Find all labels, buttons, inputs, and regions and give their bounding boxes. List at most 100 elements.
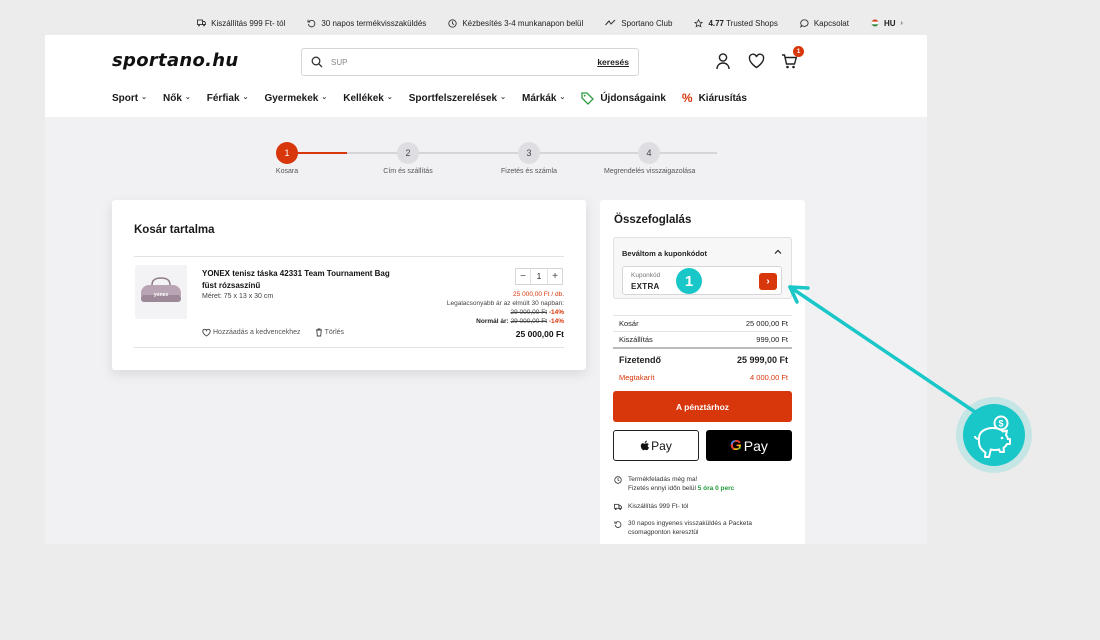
shipping-text: Kiszállítás 999 Ft- tól: [628, 503, 689, 510]
delete-label: Törlés: [324, 329, 345, 336]
account-button[interactable]: [715, 52, 731, 70]
topbar-text: 30 napos termékvisszaküldés: [321, 18, 427, 28]
topbar-shipping[interactable]: Kiszállítás 999 Ft- tól: [197, 19, 285, 28]
row-label: Kosár: [619, 319, 639, 328]
product-name[interactable]: YONEX tenisz táska 42331 Team Tournament…: [202, 268, 402, 291]
topbar-club[interactable]: Sportano Club: [605, 19, 672, 28]
divider: [613, 331, 792, 332]
nav-label: Férfiak: [206, 92, 240, 104]
apply-coupon-button[interactable]: ›: [759, 273, 777, 290]
google-pay-button[interactable]: G Pay: [706, 430, 792, 461]
chevron-up-icon[interactable]: [774, 248, 782, 256]
topbar-delivery[interactable]: Kézbesítés 3-4 munkanapon belül: [448, 19, 583, 28]
normal-old-price: 29 000,00 Ft: [510, 318, 548, 325]
lowest-discount: -14%: [548, 309, 564, 316]
normal-price-row: Normál ár: 29 000,00 Ft -14%: [447, 317, 564, 326]
topbar-returns[interactable]: 30 napos termékvisszaküldés: [307, 19, 426, 28]
coupon-toggle[interactable]: Beváltom a kuponkódot: [622, 249, 707, 258]
heart-icon: [748, 53, 765, 69]
normal-price-label: Normál ár:: [476, 318, 509, 325]
row-label: Kiszállítás: [619, 335, 653, 344]
favorites-label: Hozzáadás a kedvencekhez: [213, 329, 301, 336]
topbar-text: Kiszállítás 999 Ft- tól: [211, 18, 286, 28]
step-confirmation[interactable]: 4 Megrendelés visszaigazolása: [604, 142, 695, 175]
step-cart[interactable]: 1 Kosara: [242, 142, 332, 175]
topbar-language[interactable]: HU ›: [871, 19, 903, 28]
decrease-qty-button[interactable]: −: [516, 271, 530, 282]
step-label: Kosara: [275, 168, 299, 175]
clock-icon: [448, 18, 457, 28]
quantity-stepper: − 1 +: [515, 268, 563, 285]
nav-item-sport[interactable]: Sport ⌄: [112, 93, 147, 104]
cart-button[interactable]: 1: [781, 46, 804, 70]
nav-item-women[interactable]: Nők ⌄: [163, 93, 191, 104]
chevron-down-icon: ⌄: [559, 94, 566, 101]
increase-qty-button[interactable]: +: [548, 271, 562, 282]
star-icon: [694, 18, 704, 28]
step-number: 1: [276, 142, 298, 164]
row-value: 999,00 Ft: [756, 335, 788, 344]
checkout-button[interactable]: A pénztárhoz: [613, 391, 792, 422]
chevron-right-icon: ›: [900, 19, 903, 27]
order-summary: Összefoglalás Beváltom a kuponkódot Kupo…: [600, 200, 805, 544]
price-block: 25 000,00 Ft / db. Legalacsonyabb ár az …: [447, 290, 564, 339]
wishlist-button[interactable]: [748, 52, 765, 70]
product-actions: Hozzáadás a kedvencekhez Törlés: [202, 328, 344, 337]
cart-count-badge: 1: [793, 46, 804, 57]
quantity-value[interactable]: 1: [530, 269, 548, 284]
step-address[interactable]: 2 Cím és szállítás: [363, 142, 453, 175]
step-payment[interactable]: 3 Fizetés és számla: [484, 142, 574, 175]
club-icon: [605, 19, 616, 26]
product-image[interactable]: yonex: [135, 265, 187, 319]
summary-row-cart: Kosár 25 000,00 Ft: [619, 319, 788, 328]
search-icon: [311, 56, 323, 68]
lowest-price-label: Legalacsonyabb ár az elmúlt 30 napban:: [446, 300, 564, 307]
chevron-down-icon: ⌄: [184, 94, 191, 101]
nav-item-new[interactable]: Újdonságaink: [581, 91, 666, 105]
nav-item-men[interactable]: Férfiak ⌄: [207, 93, 249, 104]
add-to-favorites-button[interactable]: Hozzáadás a kedvencekhez: [202, 328, 301, 337]
line-total: 25 000,00 Ft: [515, 329, 564, 339]
apple-pay-label: Pay: [651, 438, 672, 453]
language-code: HU: [883, 18, 896, 28]
nav-item-kids[interactable]: Gyermekek ⌄: [264, 93, 327, 104]
topbar-text: Kapcsolat: [813, 18, 849, 28]
topbar-contact[interactable]: Kapcsolat: [799, 18, 849, 28]
chevron-right-icon: ›: [766, 276, 770, 287]
chevron-down-icon: ⌄: [242, 94, 249, 101]
nav-label: Sportfelszerelések: [408, 92, 498, 104]
lowest-old-price: 29 000,00 Ft: [510, 309, 548, 316]
cart-panel: Kosár tartalma yonex YONEX tenisz táska …: [112, 200, 586, 370]
trusted-label: Trusted Shops: [724, 18, 778, 28]
coupon-field-label: Kuponkód: [631, 272, 661, 279]
bag-logo-text: yonex: [154, 292, 169, 298]
row-label: Megtakarít: [619, 373, 655, 382]
clock-icon: [614, 476, 622, 484]
nav-item-sale[interactable]: % Kiárusítás: [682, 91, 747, 105]
search-button[interactable]: keresés: [597, 57, 629, 67]
topbar-trusted-shops[interactable]: 4.77 Trusted Shops: [694, 18, 778, 28]
chevron-down-icon: ⌄: [321, 94, 328, 101]
nav-label: Gyermekek: [264, 92, 319, 104]
site-logo[interactable]: sportano.hu: [112, 50, 239, 71]
search-input[interactable]: [331, 57, 598, 67]
nav-item-brands[interactable]: Márkák ⌄: [522, 93, 565, 104]
cart-title: Kosár tartalma: [134, 224, 215, 236]
summary-row-shipping: Kiszállítás 999,00 Ft: [619, 335, 788, 344]
coupon-section: Beváltom a kuponkódot Kuponkód EXTRA 1 ›: [613, 237, 792, 299]
apple-pay-button[interactable]: Pay: [613, 430, 699, 461]
summary-row-total: Fizetendő 25 999,00 Ft: [619, 355, 788, 365]
coupon-code-field[interactable]: Kuponkód EXTRA 1 ›: [622, 266, 782, 295]
nav-label: Márkák: [521, 92, 557, 104]
row-value: 25 000,00 Ft: [745, 319, 788, 328]
piggy-bank-icon: $: [963, 404, 1025, 466]
nav-item-accessories[interactable]: Kellékek ⌄: [343, 93, 392, 104]
delete-button[interactable]: Törlés: [315, 328, 344, 337]
nav-item-equipment[interactable]: Sportfelszerelések ⌄: [409, 93, 506, 104]
dispatch-headline: Termékfeladás még ma!: [628, 476, 698, 483]
checkout-steps: 1 Kosara 2 Cím és szállítás 3 Fizetés és…: [235, 142, 717, 182]
dispatch-text: Termékfeladás még ma! Fizetés ennyi időn…: [628, 475, 734, 493]
return-icon: [307, 19, 316, 27]
bag-image: yonex: [141, 277, 181, 302]
page-container: sportano.hu keresés 1 Sport⌄ Nők⌄ Férfia…: [45, 35, 927, 544]
